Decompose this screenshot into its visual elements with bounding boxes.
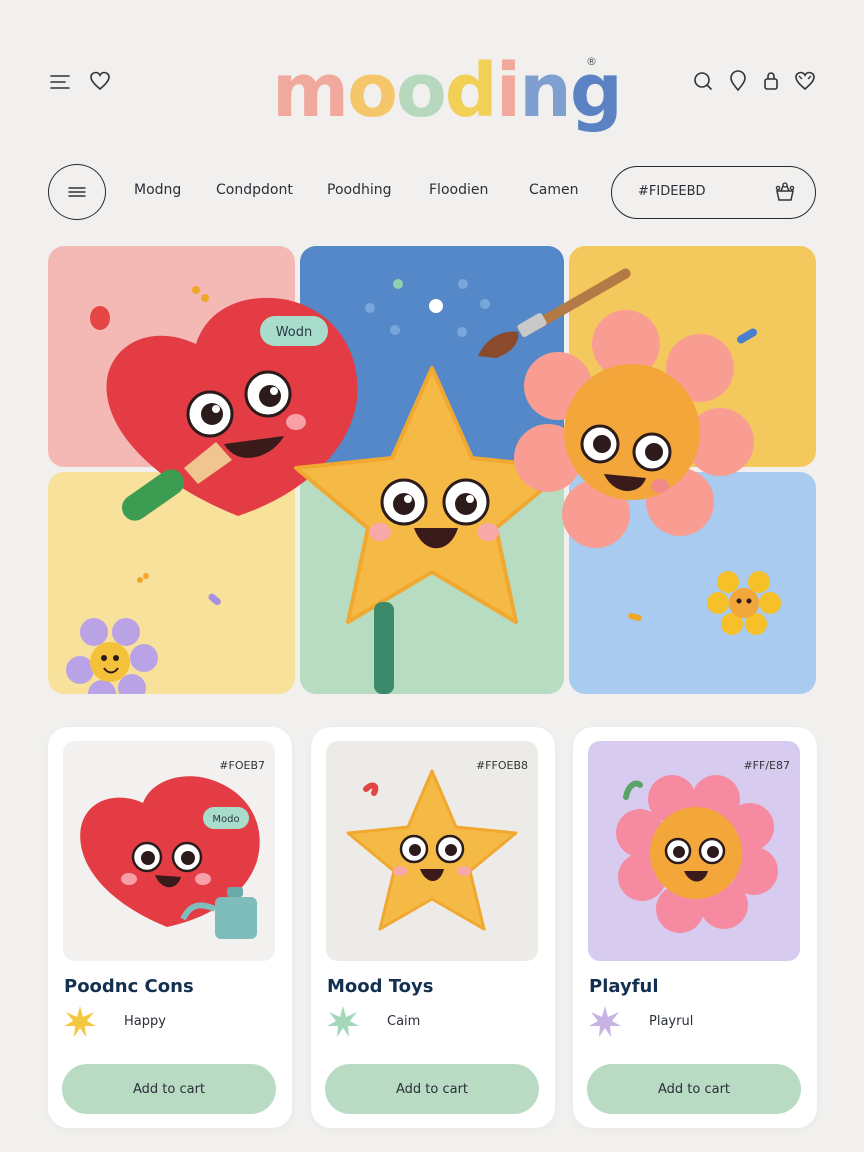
product-card[interactable]: #FF/E87 Playful Playrul Add to cart [573, 727, 817, 1128]
logo-letter: n [519, 48, 572, 134]
nav-link-camen[interactable]: Camen [529, 182, 578, 198]
sparkle-icon [327, 1006, 359, 1037]
product-title[interactable]: Playful [589, 976, 659, 997]
menu-button[interactable] [48, 164, 106, 220]
logo-letter: m [272, 48, 349, 134]
heart-plush-image: Modo [80, 776, 260, 939]
confetti [429, 299, 443, 313]
confetti [137, 577, 143, 583]
add-to-cart-button[interactable]: Add to cart [325, 1064, 539, 1114]
logo-letter: i [495, 48, 521, 134]
logo-letter: o [347, 48, 398, 134]
mood-tag: Caim [325, 1004, 525, 1040]
mood-tag: Happy [62, 1004, 262, 1040]
nav-link-poodhing[interactable]: Poodhing [327, 182, 391, 198]
add-to-cart-button[interactable]: Add to cart [587, 1064, 801, 1114]
menu-icon [68, 187, 86, 197]
add-to-cart-button[interactable]: Add to cart [62, 1064, 276, 1114]
hero-banner: Wodn [48, 246, 816, 694]
heart-plush: Wodn [106, 297, 358, 521]
sparkle-icon [589, 1006, 621, 1037]
sun-burst-icon [64, 1006, 96, 1037]
confetti [480, 299, 490, 309]
nav-link-condpdont[interactable]: Condpdont [216, 182, 293, 198]
small-flower-yellow [707, 571, 781, 635]
confetti [736, 328, 758, 344]
nav-link-floodien[interactable]: Floodien [429, 182, 488, 198]
hero-illustration: Wodn [66, 268, 781, 694]
confetti [390, 325, 400, 335]
confetti [192, 286, 200, 294]
search-icon[interactable] [689, 67, 717, 95]
menu-icon[interactable] [46, 68, 74, 96]
product-title[interactable]: Poodnc Cons [64, 976, 194, 997]
product-card[interactable]: #FFOEB8 Mood Toys Caim Add to cart [311, 727, 555, 1128]
logo-letter: d [444, 48, 498, 134]
confetti [458, 279, 468, 289]
small-flower-purple [66, 618, 158, 694]
product-image[interactable]: #FFOEB8 [326, 741, 538, 961]
heart-icon[interactable] [86, 67, 114, 95]
top-bar: mooding ® [0, 0, 864, 150]
mood-label: Happy [124, 1014, 166, 1029]
confetti [628, 612, 642, 622]
logo-letter: g [569, 48, 623, 134]
search-value: #FIDEEBD [638, 184, 706, 199]
heart-icon[interactable] [791, 67, 819, 95]
svg-text:Modo: Modo [212, 814, 239, 825]
nav-link-modng[interactable]: Modng [134, 182, 181, 198]
confetti [143, 573, 149, 579]
confetti [201, 294, 209, 302]
mood-tag: Playrul [587, 1004, 787, 1040]
confetti [90, 306, 110, 330]
confetti [208, 593, 221, 606]
logo-letter: o [395, 48, 447, 134]
brand-logo[interactable]: mooding ® [272, 46, 623, 136]
location-pin-icon[interactable] [724, 67, 752, 95]
confetti [457, 327, 467, 337]
registered-mark: ® [586, 55, 597, 68]
mood-label: Playrul [649, 1014, 694, 1029]
confetti [365, 303, 375, 313]
category-nav: Modng Condpdont Poodhing Floodien Camen … [0, 160, 864, 224]
product-image[interactable]: #FOEB7 Modo [63, 741, 275, 961]
search-field[interactable]: #FIDEEBD [611, 166, 816, 219]
star-plush-image [346, 769, 518, 931]
flower-plush-image [616, 775, 778, 933]
flower-plush [514, 310, 754, 548]
product-image[interactable]: #FF/E87 [588, 741, 800, 961]
svg-text:Wodn: Wodn [276, 325, 313, 340]
product-card[interactable]: #FOEB7 Modo Poodnc Cons Happy Add to car… [48, 727, 292, 1128]
confetti [393, 279, 403, 289]
product-title[interactable]: Mood Toys [327, 976, 434, 997]
lock-icon[interactable] [757, 66, 785, 94]
mood-label: Caim [387, 1014, 421, 1029]
basket-icon[interactable] [773, 181, 797, 207]
